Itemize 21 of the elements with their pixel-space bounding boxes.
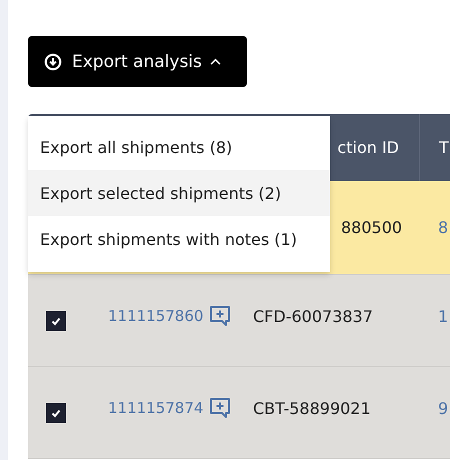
shipment-link[interactable]: 1111157860: [108, 307, 204, 325]
download-icon: [44, 52, 62, 70]
menu-item[interactable]: Export shipments with notes (1): [28, 216, 330, 262]
check-icon: [50, 315, 62, 327]
menu-item[interactable]: Export selected shipments (2): [28, 170, 330, 216]
add-note-icon[interactable]: [209, 397, 232, 419]
table-cell-text: 1: [437, 307, 448, 326]
checkbox[interactable]: [46, 311, 66, 331]
transaction-id: CFD-60073837: [252, 307, 373, 326]
table-cell-text: 9: [437, 399, 448, 418]
menu-item[interactable]: Export all shipments (8): [28, 124, 330, 170]
caret-icon: [210, 58, 221, 65]
column-header: ction ID: [336, 137, 400, 159]
add-note-icon[interactable]: [209, 305, 232, 327]
check-icon: [50, 407, 62, 419]
shipment-link[interactable]: 1111157874: [108, 399, 204, 417]
transaction-id: 880500: [340, 218, 402, 237]
checkbox[interactable]: [46, 403, 66, 423]
export-analysis-button[interactable]: Export analysis: [28, 36, 247, 87]
transaction-id: CBT-58899021: [252, 399, 371, 418]
table-cell-text: 8: [437, 218, 448, 237]
